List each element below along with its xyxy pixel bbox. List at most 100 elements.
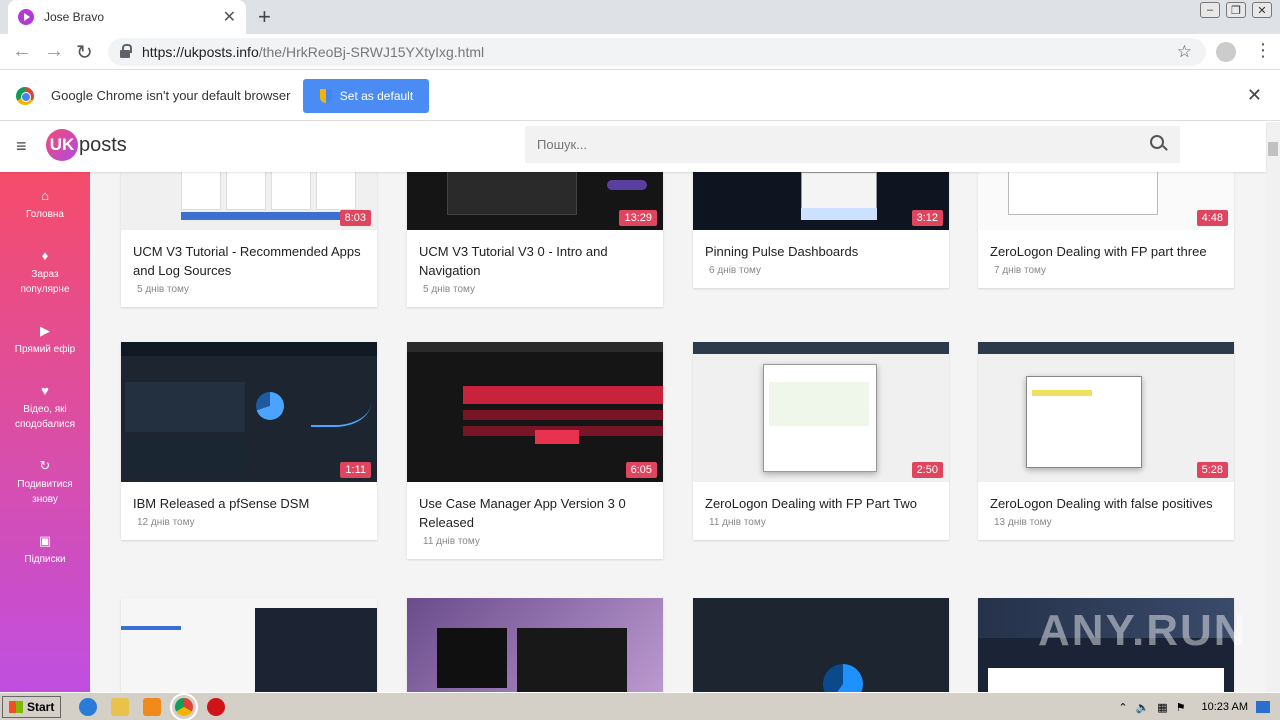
window-controls: – ❐ ✕ xyxy=(1200,2,1272,18)
sidebar-item-live[interactable]: ▶ Прямий ефір xyxy=(0,323,90,357)
speaker-icon[interactable]: 🔈 xyxy=(1136,701,1150,714)
explorer-folder-icon[interactable] xyxy=(111,697,130,716)
video-duration: 8:03 xyxy=(339,210,371,226)
infobar-close-icon[interactable]: ✕ xyxy=(1247,85,1262,106)
menu-dots-icon[interactable]: ⋮ xyxy=(1254,40,1272,61)
youtube-favicon-icon xyxy=(18,9,34,25)
site-logo[interactable]: UK posts xyxy=(46,129,127,161)
system-tray: ⌃ 🔈 ▦ ⚑ 10:23 AM xyxy=(1108,696,1280,718)
video-thumbnail[interactable]: 6:05 xyxy=(407,342,663,482)
video-thumbnail[interactable] xyxy=(407,598,663,692)
default-browser-infobar: Google Chrome isn't your default browser… xyxy=(0,71,1280,121)
video-title[interactable]: UCM V3 Tutorial V3 0 - Intro and Navigat… xyxy=(407,230,663,280)
video-card[interactable]: 13:29 UCM V3 Tutorial V3 0 - Intro and N… xyxy=(407,172,663,307)
search-input[interactable] xyxy=(537,137,1117,152)
hamburger-menu-icon[interactable]: ≡ xyxy=(16,136,27,157)
forward-icon[interactable]: → xyxy=(44,40,64,63)
video-thumbnail[interactable]: 2:50 xyxy=(693,342,949,482)
video-title[interactable]: IBM Released a pfSense DSM xyxy=(121,482,377,513)
video-age: 5 днів тому xyxy=(423,284,476,295)
profile-avatar-icon[interactable] xyxy=(1216,42,1236,62)
video-duration: 3:12 xyxy=(911,210,943,226)
address-bar[interactable]: https://ukposts.info/the/HrkReoBj-SRWJ15… xyxy=(108,38,1206,66)
video-thumbnail[interactable]: 13:29 xyxy=(407,172,663,230)
heart-icon: ♥ xyxy=(41,383,49,398)
desktop-icon[interactable] xyxy=(1256,701,1270,713)
video-card[interactable]: 5:28 ZeroLogon Dealing with false positi… xyxy=(978,342,1234,540)
subscriptions-icon: ▣ xyxy=(38,533,52,548)
history-icon: ↻ xyxy=(39,458,51,473)
reload-icon[interactable]: ↻ xyxy=(76,40,93,65)
sidebar-item-subscriptions[interactable]: ▣ Підписки xyxy=(0,533,90,567)
video-thumbnail[interactable]: 3:12 xyxy=(693,172,949,230)
windows-logo-icon xyxy=(9,700,23,713)
browser-tab[interactable]: Jose Bravo ✕ xyxy=(8,0,246,34)
video-card[interactable]: 1:11 IBM Released a pfSense DSM 12 днів … xyxy=(121,342,377,540)
video-card[interactable]: 4:48 ZeroLogon Dealing with FP part thre… xyxy=(978,172,1234,288)
sidebar-item-trending[interactable]: ♦ Зараз популярне xyxy=(0,248,90,297)
close-window-icon[interactable]: ✕ xyxy=(1252,2,1272,18)
sidebar-item-label: Зараз популярне xyxy=(20,269,70,295)
scrollbar-thumb[interactable] xyxy=(1268,142,1278,156)
video-thumbnail[interactable]: 1:11 xyxy=(121,342,377,482)
sidebar-item-label: Підписки xyxy=(24,554,66,565)
video-card[interactable] xyxy=(693,598,949,692)
sidebar-item-home[interactable]: ⌂ Головна xyxy=(0,188,90,222)
play-icon: ▶ xyxy=(40,323,50,338)
start-button[interactable]: Start xyxy=(2,695,62,718)
video-card[interactable] xyxy=(121,598,377,692)
warning-app-icon[interactable] xyxy=(207,697,226,716)
video-age: 11 днів тому xyxy=(709,517,766,528)
video-card[interactable]: 8:03 UCM V3 Tutorial - Recommended Apps … xyxy=(121,172,377,307)
video-age: 6 днів тому xyxy=(709,265,762,276)
home-icon: ⌂ xyxy=(41,188,49,203)
set-as-default-button[interactable]: Set as default xyxy=(303,78,430,113)
lock-icon xyxy=(120,44,132,58)
video-thumbnail[interactable]: 4:48 xyxy=(978,172,1234,230)
flag-icon[interactable]: ⚑ xyxy=(1176,701,1186,714)
video-title[interactable]: ZeroLogon Dealing with false positives xyxy=(978,482,1234,513)
video-thumbnail[interactable]: 5:28 xyxy=(978,342,1234,482)
network-icon[interactable]: ▦ xyxy=(1157,701,1167,714)
video-title[interactable]: Use Case Manager App Version 3 0 Release… xyxy=(407,482,663,532)
site-header: ≡ UK posts xyxy=(0,122,1266,172)
browser-tab-strip: Jose Bravo ✕ + – ❐ ✕ xyxy=(0,0,1280,34)
search-icon[interactable] xyxy=(1150,135,1164,149)
video-card[interactable]: 6:05 Use Case Manager App Version 3 0 Re… xyxy=(407,342,663,559)
close-tab-icon[interactable]: ✕ xyxy=(223,7,236,27)
video-thumbnail[interactable] xyxy=(121,598,377,692)
video-duration: 6:05 xyxy=(625,462,657,478)
url-text: https://ukposts.info/the/HrkReoBj-SRWJ15… xyxy=(142,44,485,60)
chrome-taskbar-icon[interactable] xyxy=(170,692,199,720)
video-title[interactable]: ZeroLogon Dealing with FP Part Two xyxy=(693,482,949,513)
page-scrollbar[interactable] xyxy=(1266,122,1280,692)
video-title[interactable]: Pinning Pulse Dashboards xyxy=(693,230,949,261)
video-age: 12 днів тому xyxy=(137,517,195,528)
sidebar-item-history[interactable]: ↻ Подивитися знову xyxy=(0,458,90,507)
sidebar-item-liked[interactable]: ♥ Відео, які сподобалися xyxy=(0,383,90,432)
video-thumbnail[interactable] xyxy=(693,598,949,692)
video-card[interactable]: 3:12 Pinning Pulse Dashboards 6 днів том… xyxy=(693,172,949,288)
uac-shield-icon xyxy=(319,88,332,103)
ie-icon[interactable] xyxy=(79,697,98,716)
video-card[interactable]: 2:50 ZeroLogon Dealing with FP Part Two … xyxy=(693,342,949,540)
new-tab-icon[interactable]: + xyxy=(258,4,271,30)
bookmark-star-icon[interactable]: ☆ xyxy=(1177,42,1192,62)
video-title[interactable]: ZeroLogon Dealing with FP part three xyxy=(978,230,1234,261)
browser-toolbar: ← → ↻ https://ukposts.info/the/HrkReoBj-… xyxy=(0,34,1280,70)
windows-taskbar: Start ⌃ 🔈 ▦ ⚑ 10:23 AM xyxy=(0,692,1280,720)
video-age: 11 днів тому xyxy=(423,536,480,547)
video-duration: 5:28 xyxy=(1196,462,1228,478)
minimize-icon[interactable]: – xyxy=(1200,2,1220,18)
video-card[interactable] xyxy=(407,598,663,692)
restore-icon[interactable]: ❐ xyxy=(1226,2,1246,18)
fire-icon: ♦ xyxy=(41,248,49,263)
clock[interactable]: 10:23 AM xyxy=(1202,701,1248,713)
search-box xyxy=(525,126,1180,163)
back-icon[interactable]: ← xyxy=(12,40,32,63)
media-player-icon[interactable] xyxy=(143,697,162,716)
video-thumbnail[interactable]: 8:03 xyxy=(121,172,377,230)
tray-arrow-icon[interactable]: ⌃ xyxy=(1118,701,1127,714)
start-label: Start xyxy=(27,699,55,714)
video-title[interactable]: UCM V3 Tutorial - Recommended Apps and L… xyxy=(121,230,377,280)
